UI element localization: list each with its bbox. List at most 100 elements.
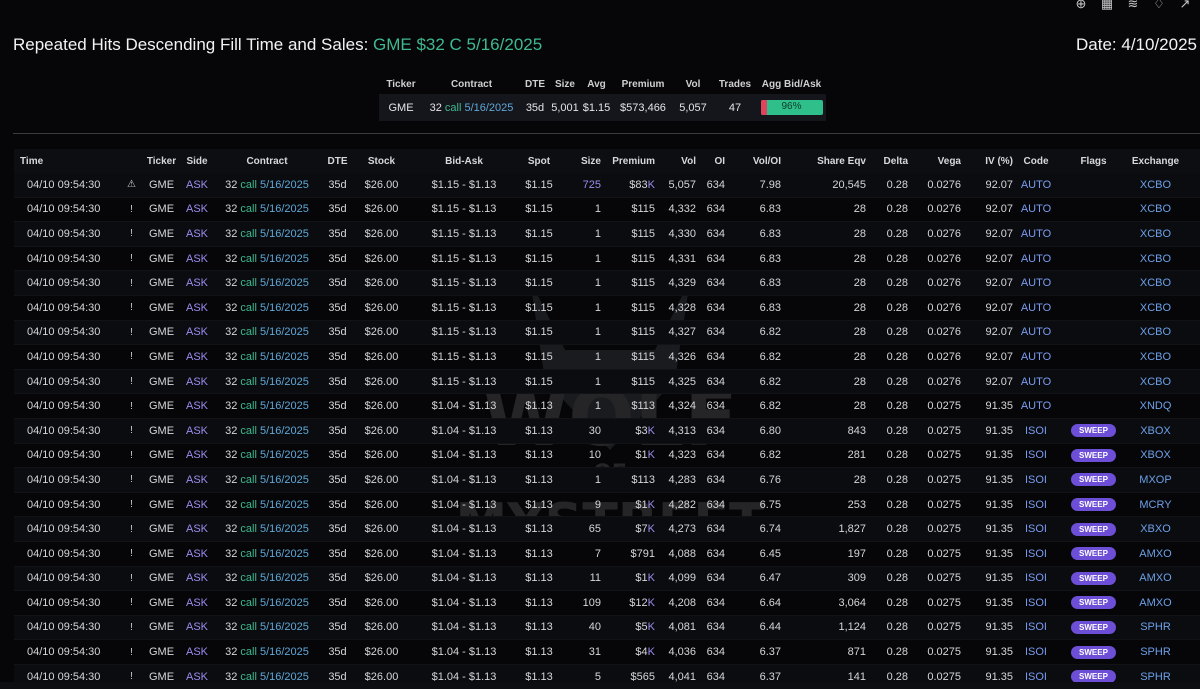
header-col-share-eqv[interactable]: Share Eqv [785, 156, 869, 167]
cell-delta: 0.28 [886, 449, 908, 462]
contract-expiry: 5/16/2025 [259, 572, 309, 585]
contract-type: call [240, 572, 257, 585]
cell-iv: 91.35 [985, 572, 1013, 585]
cell-bid-ask: $1.15 - $1.13 [431, 326, 497, 339]
table-row[interactable]: 04/10 09:54:30! GME ASK 32 call 5/16/2025 35… [14, 591, 1200, 616]
cell-size: 7 [594, 547, 601, 560]
cell-flags: SWEEP [1056, 424, 1131, 438]
table-row[interactable]: 04/10 09:54:30! GME ASK 32 call 5/16/2025 35… [14, 468, 1200, 493]
header-col-contract[interactable]: Contract [213, 156, 321, 167]
cell-vol-oi: 7.98 [759, 178, 781, 191]
cell-stock: $26.00 [364, 498, 399, 511]
table-row[interactable]: 04/10 09:54:30! GME ASK 32 call 5/16/2025 35… [14, 640, 1200, 665]
cell-side: ASK [185, 400, 208, 413]
contract-strike: 32 [225, 203, 238, 216]
table-row[interactable]: 04/10 09:54:30! GME ASK 32 call 5/16/2025 35… [14, 418, 1200, 444]
header-col-iv[interactable]: IV (%) [964, 156, 1016, 167]
cell-side: ASK [185, 227, 208, 240]
cell-vol: 4,088 [668, 547, 696, 560]
cut-off-row [0, 682, 1200, 689]
alert-icon: ! [130, 277, 133, 289]
cell-premium: $115 [631, 252, 655, 265]
table-row[interactable]: 04/10 09:54:30! GME ASK 32 call 5/16/2025 35… [14, 296, 1200, 321]
header-col-premium[interactable]: Premium [604, 156, 658, 167]
table-row[interactable]: 04/10 09:54:30! GME ASK 32 call 5/16/2025 35… [14, 198, 1200, 223]
bell-icon[interactable]: ♢ [1152, 0, 1166, 12]
layers-icon[interactable]: ≋ [1126, 0, 1140, 12]
header-col-side[interactable]: Side [181, 156, 213, 167]
cell-ticker: GME [148, 449, 175, 462]
alert-icon: ! [130, 351, 133, 363]
header-col-flags[interactable]: Flags [1056, 156, 1131, 167]
cell-spot: $1.15 [525, 252, 553, 265]
cell-oi: 634 [706, 350, 725, 363]
calculator-icon[interactable]: ▦ [1100, 0, 1114, 12]
table-row[interactable]: 04/10 09:54:30! GME ASK 32 call 5/16/2025 35… [14, 517, 1200, 542]
cell-oi: 634 [706, 449, 725, 462]
cell-flags: SWEEP [1056, 620, 1131, 634]
table-row[interactable]: 04/10 09:54:30! GME ASK 32 call 5/16/2025 35… [14, 222, 1200, 247]
cell-size: 5 [594, 670, 601, 683]
cell-dte: 35d [328, 252, 347, 265]
cell-exchange: XCBO [1139, 178, 1172, 191]
summary-row[interactable]: GME 32 call 5/16/2025 35d 5,001 $1.15 $5… [379, 94, 826, 121]
header-col-vega[interactable]: Vega [911, 156, 964, 167]
header-col-size[interactable]: Size [559, 156, 604, 167]
table-row[interactable]: 04/10 09:54:30! GME ASK 32 call 5/16/2025 35… [14, 369, 1200, 395]
cell-share-eqv: 843 [847, 424, 866, 437]
contract-strike: 32 [225, 350, 238, 363]
cell-oi: 634 [706, 252, 725, 265]
header-col-spot[interactable]: Spot [519, 156, 559, 167]
cell-time: 04/10 09:54:30 [27, 449, 101, 462]
header-col-vol[interactable]: Vol [658, 156, 699, 167]
header-col-code[interactable]: Code [1016, 156, 1056, 167]
cell-contract: 32 call 5/16/2025 [213, 376, 321, 388]
cell-share-eqv: 3,064 [838, 596, 866, 609]
cell-vol-oi: 6.82 [759, 326, 781, 339]
cell-vol: 4,327 [668, 326, 696, 339]
cell-premium: $115 [631, 227, 655, 240]
table-row[interactable]: 04/10 09:54:30! GME ASK 32 call 5/16/2025 35… [14, 320, 1200, 346]
header-col-exchange[interactable]: Exchange [1131, 156, 1180, 167]
table-row[interactable]: 04/10 09:54:30! GME ASK 32 call 5/16/2025 35… [14, 542, 1200, 567]
premium-unit: K [647, 449, 655, 462]
cell-iv: 92.07 [985, 277, 1013, 290]
cell-delta: 0.28 [886, 301, 908, 314]
cell-size: 65 [588, 523, 601, 536]
header-col-bid-ask[interactable]: Bid-Ask [409, 156, 519, 167]
cell-time: 04/10 09:54:30 [27, 301, 101, 314]
cell-vol: 4,328 [668, 301, 696, 314]
table-row[interactable]: 04/10 09:54:30! GME ASK 32 call 5/16/2025 35… [14, 345, 1200, 370]
cell-iv: 91.35 [985, 596, 1013, 609]
header-col-time[interactable]: Time [14, 156, 121, 167]
table-row[interactable]: 04/10 09:54:30 ⚠ GME ASK 32 call 5/16/2025 35… [14, 173, 1200, 198]
header-col-oi[interactable]: OI [699, 156, 728, 167]
cell-size: 10 [588, 449, 601, 462]
table-row[interactable]: 04/10 09:54:30! GME ASK 32 call 5/16/2025 35… [14, 493, 1200, 518]
header-col-delta[interactable]: Delta [869, 156, 911, 167]
cell-spot: $1.15 [525, 203, 553, 216]
chart-line-icon[interactable]: ↗ [1178, 0, 1192, 12]
table-row[interactable]: 04/10 09:54:30! GME ASK 32 call 5/16/2025 35… [14, 566, 1200, 592]
cell-bid-ask: $1.04 - $1.13 [431, 646, 497, 659]
header-col-stock[interactable]: Stock [354, 156, 409, 167]
plus-circle-icon[interactable]: ⊕ [1074, 0, 1088, 12]
table-row[interactable]: 04/10 09:54:30! GME ASK 32 call 5/16/2025 35… [14, 271, 1200, 296]
cell-spot: $1.15 [525, 277, 553, 290]
contract-expiry: 5/16/2025 [259, 621, 309, 634]
cell-size: 725 [582, 178, 601, 191]
header-col-ticker[interactable]: Ticker [142, 156, 181, 167]
header-col-vol-oi[interactable]: Vol/OI [728, 156, 785, 167]
cell-side: ASK [185, 523, 208, 536]
header-col-dte[interactable]: DTE [321, 156, 354, 167]
table-row[interactable]: 04/10 09:54:30! GME ASK 32 call 5/16/2025 35… [14, 615, 1200, 641]
contract-strike: 32 [225, 424, 238, 437]
cell-contract: 32 call 5/16/2025 [213, 572, 321, 584]
table-row[interactable]: 04/10 09:54:30! GME ASK 32 call 5/16/2025 35… [14, 444, 1200, 469]
cell-share-eqv: 20,545 [832, 178, 866, 191]
table-row[interactable]: 04/10 09:54:30! GME ASK 32 call 5/16/2025 35… [14, 394, 1200, 419]
table-row[interactable]: 04/10 09:54:30! GME ASK 32 call 5/16/2025 35… [14, 247, 1200, 272]
cell-ticker: GME [148, 646, 175, 659]
sweep-badge: SWEEP [1071, 571, 1116, 585]
cell-dte: 35d [328, 646, 347, 659]
